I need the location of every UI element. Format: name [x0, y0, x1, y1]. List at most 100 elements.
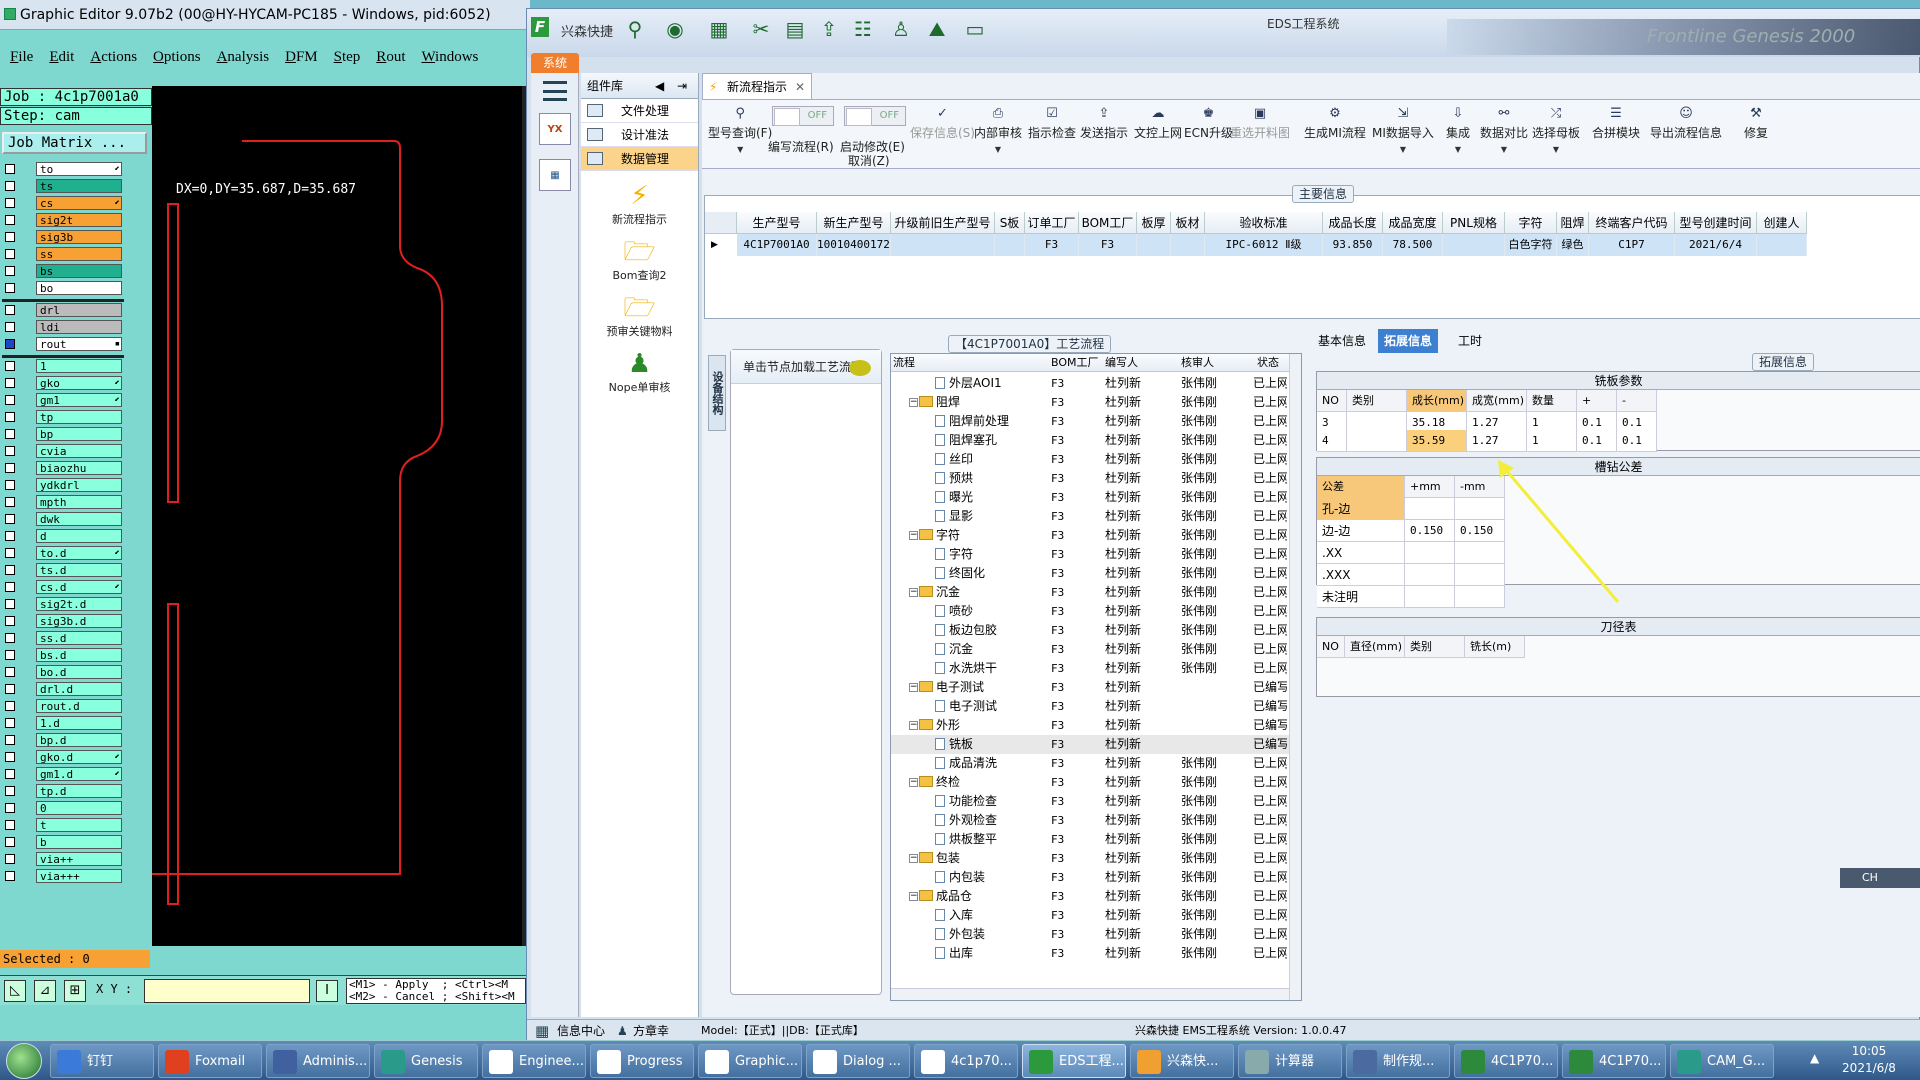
main-info-cell[interactable]	[1757, 234, 1807, 256]
tolerance-cell[interactable]	[1405, 564, 1455, 586]
merge-module-button[interactable]: ☰ 合拼模块	[1592, 106, 1640, 141]
layer-checkbox[interactable]	[5, 650, 15, 660]
layer-row[interactable]: gko ⬋	[2, 376, 124, 391]
tolerance-cell[interactable]	[1405, 586, 1455, 608]
layer-checkbox[interactable]	[5, 616, 15, 626]
layer-row[interactable]: sig3b	[2, 230, 124, 245]
taskbar-item[interactable]: Graphic...	[698, 1044, 802, 1078]
library-item-design[interactable]: 设计准法	[581, 123, 698, 147]
start-button[interactable]	[6, 1043, 42, 1079]
layer-row[interactable]: tp	[2, 410, 124, 425]
menu-windows[interactable]: Windows	[421, 44, 478, 70]
calculator-icon[interactable]: ▦	[539, 159, 571, 191]
collapse-icon[interactable]: −	[909, 892, 918, 901]
input-method-indicator[interactable]: CH	[1840, 868, 1920, 888]
layer-row[interactable]: rout ▪	[2, 337, 124, 352]
layer-checkbox[interactable]	[5, 361, 15, 371]
layer-checkbox[interactable]	[5, 181, 15, 191]
tree-row[interactable]: 出库 F3 杜列新 张伟刚 已上网	[891, 944, 1289, 963]
start-modify-toggle[interactable]: OFF	[844, 106, 906, 126]
taskbar-item[interactable]: 钉钉	[50, 1044, 154, 1078]
main-info-cell[interactable]: F3	[1079, 234, 1137, 256]
tab-basic-info[interactable]: 基本信息	[1312, 329, 1372, 353]
main-info-header[interactable]: 订单工厂	[1025, 212, 1079, 234]
tree-row[interactable]: − 终检 F3 杜列新 张伟刚 已上网	[891, 773, 1289, 792]
check-instruction-button[interactable]: ☑ 指示检查	[1028, 106, 1076, 141]
collapse-left-icon[interactable]: ◀	[655, 73, 664, 99]
tree-row[interactable]: − 外形 F3 杜列新 已编写	[891, 716, 1289, 735]
main-info-header[interactable]: 阻焊	[1557, 212, 1589, 234]
tool-nope-review[interactable]: ♟ Nope单审核	[581, 349, 698, 395]
tree-row[interactable]: 板边包胶 F3 杜列新 张伟刚 已上网	[891, 621, 1289, 640]
device-structure-tab[interactable]: 设备结构	[708, 355, 726, 431]
taskbar-item[interactable]: 4c1p70...	[914, 1044, 1018, 1078]
menu-actions[interactable]: Actions	[90, 44, 137, 70]
layer-checkbox[interactable]	[5, 339, 15, 349]
layer-row[interactable]: ts.d	[2, 563, 124, 578]
zoom-icon[interactable]: ◺	[4, 980, 26, 1002]
layer-row[interactable]: 1.d	[2, 716, 124, 731]
cursor-icon[interactable]: I	[316, 980, 338, 1002]
integrate-button[interactable]: ⇩ 集成 ▼	[1446, 106, 1470, 154]
taskbar-item[interactable]: 4C1P70...	[1454, 1044, 1558, 1078]
layer-checkbox[interactable]	[5, 701, 15, 711]
tree-row[interactable]: 字符 F3 杜列新 张伟刚 已上网	[891, 545, 1289, 564]
film-icon[interactable]: ▤	[783, 17, 807, 41]
taskbar-item[interactable]: 兴森快...	[1130, 1044, 1234, 1078]
measure-icon[interactable]: ⊿	[34, 980, 56, 1002]
tree-row[interactable]: 曝光 F3 杜列新 张伟刚 已上网	[891, 488, 1289, 507]
search-icon[interactable]: ⚲	[623, 17, 647, 41]
layer-row[interactable]: bs.d	[2, 648, 124, 663]
taskbar-item[interactable]: EDS工程...	[1022, 1044, 1126, 1078]
grid-icon[interactable]: ⊞	[64, 980, 86, 1002]
taskbar-item[interactable]: Dialog ...	[806, 1044, 910, 1078]
main-info-cell[interactable]	[1137, 234, 1171, 256]
chart-icon[interactable]: ⛰	[925, 17, 949, 41]
save-info-button[interactable]: ✓ 保存信息(S)	[910, 106, 975, 141]
layer-row[interactable]: cs ⬋	[2, 196, 124, 211]
main-info-cell[interactable]: F3	[1025, 234, 1079, 256]
tray-up-arrow-icon[interactable]: ▲	[1810, 1051, 1819, 1065]
tree-row[interactable]: − 阻焊 F3 杜列新 张伟刚 已上网	[891, 393, 1289, 412]
menu-edit[interactable]: Edit	[49, 44, 74, 70]
main-info-cell[interactable]: 93.850	[1323, 234, 1383, 256]
layer-row[interactable]: to ⬋	[2, 162, 124, 177]
tolerance-cell[interactable]: 未注明	[1317, 586, 1405, 608]
table-icon[interactable]: ☷	[851, 17, 875, 41]
tolerance-cell[interactable]: 边-边	[1317, 520, 1405, 542]
repair-button[interactable]: ⚒ 修复	[1744, 106, 1768, 141]
main-info-header[interactable]: 板材	[1171, 212, 1205, 234]
layer-checkbox[interactable]	[5, 249, 15, 259]
layer-row[interactable]: gm1 ⬋	[2, 393, 124, 408]
mi-import-button[interactable]: ⇲ MI数据导入 ▼	[1372, 106, 1434, 154]
layer-row[interactable]: 0	[2, 801, 124, 816]
layer-checkbox[interactable]	[5, 198, 15, 208]
tool-bom-query[interactable]: 🗁 Bom查询2	[581, 237, 698, 283]
main-info-header[interactable]: 成品长度	[1323, 212, 1383, 234]
publish-button[interactable]: ☁ 文控上网	[1134, 106, 1182, 141]
layer-row[interactable]: biaozhu	[2, 461, 124, 476]
taskbar-item[interactable]: 制作规...	[1346, 1044, 1450, 1078]
tolerance-cell[interactable]	[1405, 542, 1455, 564]
tree-row[interactable]: 显影 F3 杜列新 张伟刚 已上网	[891, 507, 1289, 526]
tree-row[interactable]: 成品清洗 F3 杜列新 张伟刚 已上网	[891, 754, 1289, 773]
mill-cell[interactable]: 1	[1527, 430, 1577, 452]
tolerance-cell[interactable]: .XX	[1317, 542, 1405, 564]
clock[interactable]: 10:05 2021/6/8	[1826, 1043, 1912, 1077]
main-info-header[interactable]: 型号创建时间	[1675, 212, 1757, 234]
layer-row[interactable]: b	[2, 835, 124, 850]
info-center-icon[interactable]: ▦	[535, 1020, 549, 1042]
collapse-icon[interactable]: −	[909, 531, 918, 540]
layer-checkbox[interactable]	[5, 633, 15, 643]
tolerance-cell[interactable]	[1405, 498, 1455, 520]
tree-vertical-scrollbar[interactable]	[1289, 354, 1301, 1000]
layer-row[interactable]: ss.d	[2, 631, 124, 646]
tab-extended-info[interactable]: 拓展信息	[1378, 329, 1439, 353]
tab-system[interactable]: 系统	[531, 53, 579, 73]
layer-checkbox[interactable]	[5, 446, 15, 456]
layer-checkbox[interactable]	[5, 514, 15, 524]
layer-row[interactable]: rout.d	[2, 699, 124, 714]
layer-row[interactable]: ydkdrl	[2, 478, 124, 493]
layer-checkbox[interactable]	[5, 820, 15, 830]
layer-row[interactable]: to.d ⬋	[2, 546, 124, 561]
